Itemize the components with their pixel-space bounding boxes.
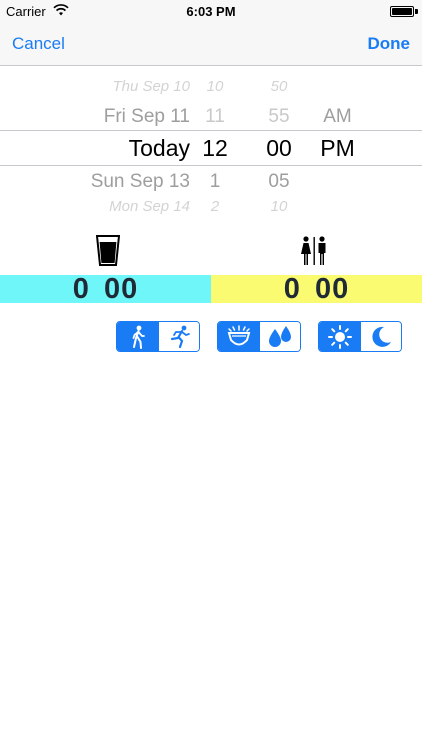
activity-toggle[interactable] xyxy=(116,321,200,352)
picker-date-selected[interactable]: Today xyxy=(0,135,190,162)
picker-ampm-column[interactable]: AM PM xyxy=(310,66,365,214)
status-time: 6:03 PM xyxy=(186,4,236,19)
cup-icon xyxy=(96,235,120,266)
drops-option[interactable] xyxy=(259,322,300,351)
picker-minute-selected[interactable]: 00 xyxy=(250,135,308,162)
picker-hour-column[interactable]: 10 11 12 1 2 xyxy=(190,66,240,214)
output-minor: 00 xyxy=(314,273,350,305)
day-night-toggle[interactable] xyxy=(318,321,402,352)
counter-icons xyxy=(0,234,422,270)
picker-minute-row[interactable]: 10 xyxy=(250,198,308,214)
diaper-icon xyxy=(227,324,250,345)
output-counter[interactable]: 0 00 xyxy=(211,273,422,305)
picker-minute-row[interactable]: 50 xyxy=(250,78,308,95)
run-option[interactable] xyxy=(158,322,199,351)
drops-icon xyxy=(269,325,291,347)
day-option[interactable] xyxy=(319,322,360,351)
intake-minor: 00 xyxy=(103,273,139,305)
picker-date-row[interactable]: Fri Sep 11 xyxy=(0,106,190,128)
status-bar: Carrier 6:03 PM xyxy=(0,0,422,22)
picker-minute-row[interactable]: 05 xyxy=(250,171,308,193)
moon-icon xyxy=(372,326,391,347)
done-button[interactable]: Done xyxy=(368,34,411,54)
date-time-picker[interactable]: Thu Sep 10 Fri Sep 11 Today Sun Sep 13 M… xyxy=(0,66,422,214)
night-option[interactable] xyxy=(360,322,401,351)
output-major: 0 xyxy=(283,273,301,305)
picker-date-column[interactable]: Thu Sep 10 Fri Sep 11 Today Sun Sep 13 M… xyxy=(0,66,190,214)
picker-minute-row[interactable]: 55 xyxy=(250,106,308,128)
picker-ampm-row[interactable]: AM xyxy=(310,106,365,128)
walk-icon xyxy=(132,325,145,349)
diaper-toggle[interactable] xyxy=(217,321,301,352)
diaper-option[interactable] xyxy=(218,322,259,351)
picker-date-row[interactable]: Thu Sep 10 xyxy=(0,78,190,95)
picker-hour-row[interactable]: 2 xyxy=(190,198,240,214)
picker-hour-selected[interactable]: 12 xyxy=(190,135,240,162)
intake-major: 0 xyxy=(72,273,90,305)
restroom-icon xyxy=(301,236,326,265)
picker-hour-row[interactable]: 10 xyxy=(190,78,240,95)
run-icon xyxy=(170,325,190,348)
navigation-bar: Cancel Done xyxy=(0,22,422,66)
picker-minute-column[interactable]: 50 55 00 05 10 xyxy=(250,66,308,214)
picker-ampm-selected[interactable]: PM xyxy=(310,135,365,162)
battery-tip xyxy=(415,9,418,14)
battery-icon xyxy=(390,6,414,17)
cancel-button[interactable]: Cancel xyxy=(12,34,65,54)
picker-date-row[interactable]: Mon Sep 14 xyxy=(0,198,190,214)
picker-hour-row[interactable]: 1 xyxy=(190,171,240,193)
intake-counter[interactable]: 0 00 xyxy=(0,273,211,305)
sun-icon xyxy=(327,324,352,349)
picker-hour-row[interactable]: 11 xyxy=(190,106,240,128)
picker-date-row[interactable]: Sun Sep 13 xyxy=(0,171,190,193)
walk-option[interactable] xyxy=(117,322,158,351)
